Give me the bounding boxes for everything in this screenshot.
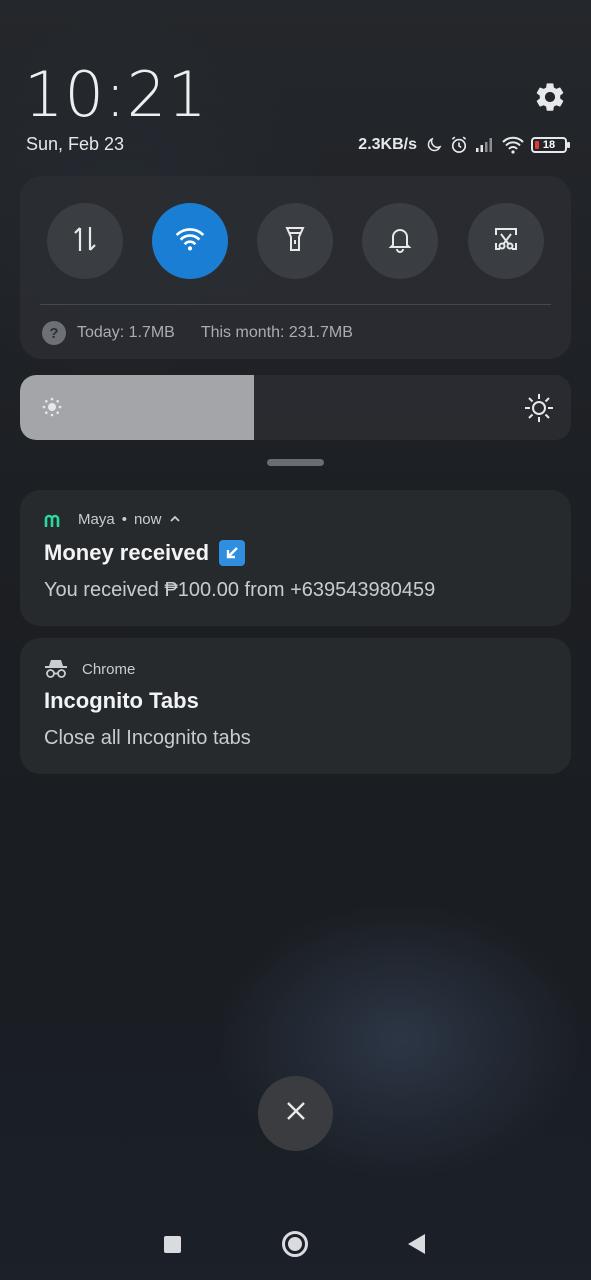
incognito-icon bbox=[44, 659, 68, 679]
navigation-bar bbox=[0, 1210, 591, 1280]
notification-body: Close all Incognito tabs bbox=[44, 727, 251, 749]
alarm-icon bbox=[449, 135, 469, 155]
separator-dot: • bbox=[121, 511, 127, 528]
flashlight-icon bbox=[282, 224, 308, 259]
quick-settings-panel: ? Today: 1.7MB This month: 231.7MB bbox=[20, 176, 571, 359]
wifi-icon bbox=[501, 136, 525, 154]
clear-all-button[interactable] bbox=[258, 1076, 333, 1151]
notification-title: Incognito Tabs bbox=[44, 688, 199, 713]
notification-title-text: Money received bbox=[44, 540, 210, 565]
moon-icon bbox=[425, 136, 443, 154]
home-icon[interactable] bbox=[282, 1231, 308, 1257]
gear-icon[interactable] bbox=[533, 80, 567, 114]
qs-divider bbox=[40, 304, 551, 305]
notification-title: Money received bbox=[44, 540, 246, 566]
mobile-data-toggle[interactable] bbox=[47, 203, 123, 279]
notification-card[interactable]: Chrome Incognito Tabs Close all Incognit… bbox=[20, 638, 571, 774]
network-speed: 2.3KB/s bbox=[358, 136, 417, 153]
data-usage-row[interactable]: ? Today: 1.7MB This month: 231.7MB bbox=[42, 321, 353, 345]
wifi-toggle[interactable] bbox=[152, 203, 228, 279]
battery-level: 18 bbox=[542, 139, 556, 151]
status-bar: 2.3KB/s 18 bbox=[358, 132, 570, 158]
signal-icon bbox=[475, 137, 495, 153]
brightness-high-icon bbox=[523, 392, 555, 429]
wifi-icon bbox=[174, 227, 206, 256]
maya-logo-icon bbox=[44, 513, 64, 527]
notification-app-name: Maya bbox=[78, 511, 115, 528]
battery-icon: 18 bbox=[531, 137, 570, 153]
notification-header: Chrome bbox=[44, 659, 135, 679]
bell-icon bbox=[387, 225, 413, 258]
drag-handle[interactable] bbox=[267, 459, 324, 466]
notification-card[interactable]: Maya • now Money received You received ₱… bbox=[20, 490, 571, 626]
brightness-low-icon bbox=[40, 395, 64, 424]
scissors-icon bbox=[492, 225, 520, 258]
notification-body: You received ₱100.00 from +639543980459 bbox=[44, 579, 436, 601]
data-arrows-icon bbox=[72, 224, 98, 259]
notification-time: now bbox=[133, 511, 162, 528]
help-icon: ? bbox=[42, 321, 66, 345]
chevron-up-icon[interactable] bbox=[169, 511, 181, 528]
back-icon[interactable] bbox=[408, 1234, 425, 1254]
arrow-down-left-icon bbox=[219, 540, 246, 566]
data-usage-today: Today: 1.7MB bbox=[77, 324, 175, 341]
clock-time: 10:21 bbox=[24, 58, 208, 131]
brightness-slider[interactable] bbox=[20, 375, 571, 440]
battery-fill bbox=[535, 141, 539, 149]
close-icon bbox=[285, 1100, 307, 1127]
flashlight-toggle[interactable] bbox=[257, 203, 333, 279]
screenshot-toggle[interactable] bbox=[468, 203, 544, 279]
clock-date: Sun, Feb 23 bbox=[26, 134, 125, 154]
sound-toggle[interactable] bbox=[362, 203, 438, 279]
notification-app-name: Chrome bbox=[82, 660, 136, 678]
recents-icon[interactable] bbox=[164, 1236, 181, 1253]
data-usage-month: This month: 231.7MB bbox=[200, 324, 353, 341]
notification-header: Maya • now bbox=[44, 511, 181, 528]
